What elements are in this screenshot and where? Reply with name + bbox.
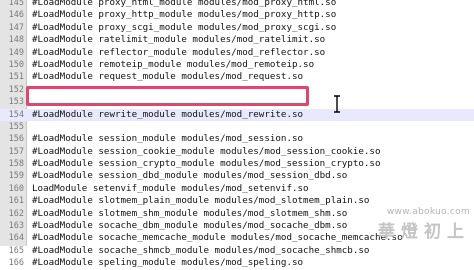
- line-number: 158: [8, 159, 24, 170]
- code-text[interactable]: LoadModule setenvif_module modules/mod_s…: [32, 183, 309, 195]
- line-number: 163: [8, 221, 24, 232]
- code-line[interactable]: 148 #LoadModule ratelimit_module modules/…: [0, 34, 474, 46]
- code-text[interactable]: #LoadModule session_module modules/mod_s…: [32, 133, 303, 145]
- code-line[interactable]: 146 #LoadModule proxy_http_module modules…: [0, 9, 474, 21]
- code-line[interactable]: 160 LoadModule setenvif_module modules/mo…: [0, 183, 474, 195]
- line-number: 155: [8, 121, 24, 132]
- code-text[interactable]: #LoadModule proxy_http_module modules/mo…: [32, 9, 336, 21]
- code-text[interactable]: #LoadModule slotmem_plain_module modules…: [32, 195, 369, 207]
- line-number: 152: [8, 84, 24, 95]
- line-number: 154: [8, 109, 24, 120]
- line-number: 164: [8, 233, 24, 244]
- line-number: 147: [8, 22, 24, 33]
- line-number: 161: [8, 196, 24, 207]
- code-line[interactable]: 149 #LoadModule reflector_module modules/…: [0, 47, 474, 59]
- code-text[interactable]: #LoadModule socache_shmcb_module modules…: [32, 245, 369, 257]
- code-line[interactable]: 154 #LoadModule rewrite_module modules/mo…: [0, 108, 474, 121]
- code-line[interactable]: 150 #LoadModule remoteip_module modules/m…: [0, 59, 474, 71]
- line-number: 157: [8, 146, 24, 157]
- code-line[interactable]: 145 #LoadModule proxy_html_module modules…: [0, 0, 474, 9]
- line-number: 160: [8, 183, 24, 194]
- code-line[interactable]: 155: [0, 121, 474, 133]
- code-text[interactable]: #LoadModule proxy_scgi_module modules/mo…: [32, 22, 336, 34]
- line-number: 151: [8, 72, 24, 83]
- code-line[interactable]: 161 #LoadModule slotmem_plain_module modu…: [0, 195, 474, 207]
- code-text[interactable]: #LoadModule ratelimit_module modules/mod…: [32, 34, 325, 46]
- line-number: 156: [8, 134, 24, 145]
- line-number: 165: [8, 245, 24, 256]
- watermark-url: www.abokuo.com: [386, 207, 470, 217]
- line-number: 153: [8, 97, 24, 108]
- code-text[interactable]: #LoadModule rewrite_module modules/mod_r…: [32, 109, 303, 121]
- code-text[interactable]: #LoadModule session_crypto_module module…: [32, 158, 380, 170]
- watermark-logo-text: 華燈初上: [378, 222, 470, 242]
- code-line[interactable]: 158 #LoadModule session_crypto_module mod…: [0, 158, 474, 170]
- code-editor[interactable]: 145 #LoadModule proxy_html_module modules…: [0, 0, 474, 268]
- code-text[interactable]: #LoadModule proxy_html_module modules/mo…: [32, 0, 336, 9]
- code-text[interactable]: #LoadModule session_dbd_module modules/m…: [32, 170, 347, 182]
- code-line[interactable]: 159 #LoadModule session_dbd_module module…: [0, 170, 474, 182]
- code-text[interactable]: #LoadModule request_module modules/mod_r…: [32, 71, 303, 83]
- line-number: 148: [8, 35, 24, 46]
- code-line[interactable]: 157 #LoadModule session_cookie_module mod…: [0, 146, 474, 158]
- code-text[interactable]: #LoadModule socache_memcache_module modu…: [32, 232, 403, 244]
- line-number: 162: [8, 208, 24, 219]
- code-line[interactable]: 151 #LoadModule request_module modules/mo…: [0, 71, 474, 83]
- line-number: 146: [8, 10, 24, 21]
- code-text[interactable]: #LoadModule slotmem_shm_module modules/m…: [32, 208, 347, 220]
- line-number: 159: [8, 171, 24, 182]
- line-number: 150: [8, 59, 24, 70]
- code-line[interactable]: 165 #LoadModule socache_shmcb_module modu…: [0, 245, 474, 257]
- code-text[interactable]: #LoadModule socache_dbm_module modules/m…: [32, 220, 347, 232]
- code-text[interactable]: #LoadModule remoteip_module modules/mod_…: [32, 59, 314, 71]
- code-text[interactable]: #LoadModule reflector_module modules/mod…: [32, 47, 325, 59]
- line-number: 166: [8, 258, 24, 269]
- code-line[interactable]: 156 #LoadModule session_module modules/mo…: [0, 133, 474, 145]
- text-cursor-icon: [334, 95, 340, 113]
- code-line[interactable]: 147 #LoadModule proxy_scgi_module modules…: [0, 22, 474, 34]
- highlight-annotation-box: [26, 86, 309, 106]
- watermark: www.abokuo.com 華燈初上: [378, 207, 470, 242]
- code-line[interactable]: 166 #LoadModule speling_module modules/mo…: [0, 257, 474, 269]
- line-number: 149: [8, 47, 24, 58]
- line-number: 145: [8, 0, 24, 8]
- code-text[interactable]: #LoadModule session_cookie_module module…: [32, 146, 380, 158]
- code-text[interactable]: #LoadModule speling_module modules/mod_s…: [32, 257, 303, 269]
